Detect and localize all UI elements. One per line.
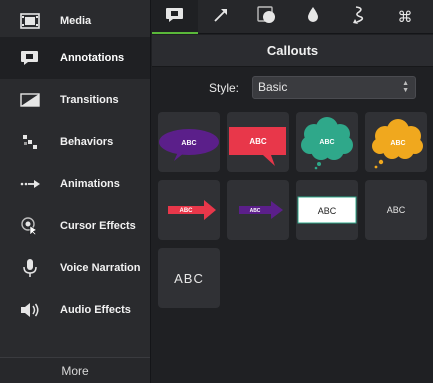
- updown-chevron-icon: ▲ ▼: [402, 80, 409, 94]
- sidebar-item-annotations[interactable]: Annotations: [0, 37, 150, 79]
- tab-keystroke[interactable]: ⌘: [382, 0, 428, 34]
- callout-orange-thought-cloud[interactable]: ABC: [365, 112, 427, 172]
- panel-title: Callouts: [152, 35, 433, 67]
- callout-teal-cloud[interactable]: ABC: [296, 112, 358, 172]
- microphone-icon: [19, 257, 41, 279]
- sidebar-item-behaviors[interactable]: Behaviors: [0, 121, 150, 163]
- callout-text: ABC: [250, 208, 261, 214]
- callout-text: ABC: [319, 139, 334, 146]
- callout-text: ABC: [249, 137, 267, 146]
- tab-callouts[interactable]: [152, 0, 198, 34]
- sidebar-item-cursor-effects[interactable]: Cursor Effects: [0, 205, 150, 247]
- callout-icon: [165, 7, 185, 28]
- speaker-icon: [19, 299, 41, 321]
- squiggle-icon: [351, 5, 367, 30]
- callout-text: ABC: [390, 140, 405, 147]
- callout-purple-speech-bubble[interactable]: ABC: [158, 112, 220, 172]
- shape-icon: [257, 5, 277, 29]
- more-button[interactable]: More: [0, 357, 150, 383]
- callout-text: ABC: [174, 271, 204, 286]
- callout-red-arrow[interactable]: ABC: [158, 180, 220, 240]
- sidebar-item-label: Cursor Effects: [60, 220, 136, 232]
- sidebar-item-label: Audio Effects: [60, 304, 131, 316]
- sidebar-item-audio-effects[interactable]: Audio Effects: [0, 289, 150, 331]
- sidebar-item-label: Media: [60, 15, 92, 27]
- cursor-effects-icon: [19, 215, 41, 237]
- callout-text: ABC: [180, 208, 194, 214]
- sidebar-item-label: Animations: [60, 178, 120, 190]
- tab-sketch[interactable]: [336, 0, 382, 34]
- tab-arrows[interactable]: [198, 0, 244, 34]
- style-label: Style:: [209, 81, 240, 95]
- callout-text: ABC: [318, 206, 337, 216]
- sidebar-item-label: Transitions: [60, 94, 119, 106]
- drop-icon: [306, 6, 320, 29]
- behaviors-icon: [19, 131, 41, 153]
- sidebar-item-label: Behaviors: [60, 136, 114, 148]
- callout-text: ABC: [387, 205, 406, 215]
- callout-purple-arrow[interactable]: ABC: [227, 180, 289, 240]
- tab-shapes[interactable]: [244, 0, 290, 34]
- sidebar-item-media[interactable]: Media: [0, 0, 150, 42]
- tab-blur[interactable]: [290, 0, 336, 34]
- film-strip-icon: [19, 10, 41, 32]
- style-select-value: Basic: [258, 80, 288, 94]
- arrow-icon: [212, 6, 230, 29]
- callout-icon: [19, 47, 41, 69]
- style-select[interactable]: Basic ▲ ▼: [252, 76, 416, 99]
- sidebar-item-transitions[interactable]: Transitions: [0, 79, 150, 121]
- callout-plain-text-large[interactable]: ABC: [158, 248, 220, 308]
- sidebar-item-animations[interactable]: Animations: [0, 163, 150, 205]
- sidebar-item-voice-narration[interactable]: Voice Narration: [0, 247, 150, 289]
- callout-white-text-box[interactable]: ABC: [296, 180, 358, 240]
- sidebar-item-label: Annotations: [60, 52, 125, 64]
- sidebar: Media Annotations Transitions Behaviors …: [0, 0, 151, 383]
- callout-text: ABC: [181, 140, 196, 147]
- transition-icon: [19, 89, 41, 111]
- sidebar-item-label: Voice Narration: [60, 262, 141, 274]
- callout-plain-text-small[interactable]: ABC: [365, 180, 427, 240]
- command-key-icon: ⌘: [397, 8, 413, 26]
- animation-arrow-icon: [19, 173, 41, 195]
- callout-red-rectangle-bubble[interactable]: ABC: [227, 112, 289, 172]
- annotation-type-tabs: ⌘: [152, 0, 433, 34]
